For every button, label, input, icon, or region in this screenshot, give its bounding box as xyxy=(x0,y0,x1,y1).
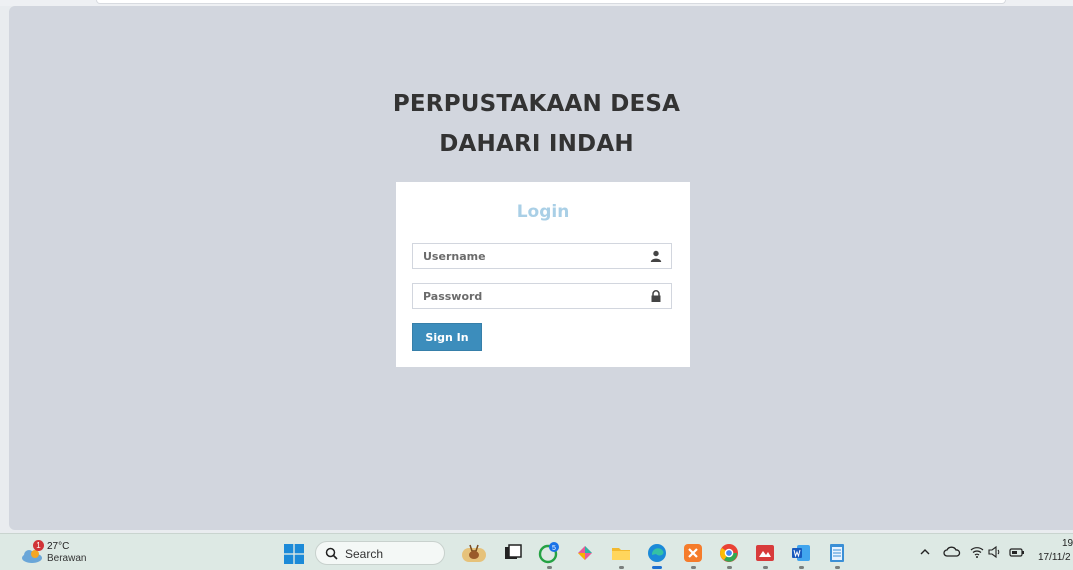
username-input[interactable] xyxy=(413,244,643,268)
taskbar-search[interactable]: Search xyxy=(315,541,445,565)
weather-condition: Berawan xyxy=(47,553,87,564)
weather-badge: 1 xyxy=(33,540,44,551)
sign-in-button[interactable]: Sign In xyxy=(412,323,482,351)
taskbar: 1 27°C Berawan Search 5 19 17/11/2 xyxy=(0,533,1073,570)
edge-browser-icon[interactable] xyxy=(646,542,668,564)
site-title-line1: PERPUSTAKAAN DESA xyxy=(392,91,681,117)
login-card: Login Sign In xyxy=(396,182,690,367)
whatsapp-badge: 5 xyxy=(552,545,556,552)
username-field-wrapper xyxy=(412,243,672,269)
start-windows-icon[interactable] xyxy=(284,544,304,564)
chevron-up-icon[interactable] xyxy=(919,544,931,560)
word-icon[interactable] xyxy=(790,542,812,564)
site-title: PERPUSTAKAAN DESA DAHARI INDAH xyxy=(0,84,1073,164)
user-icon xyxy=(650,250,662,262)
search-icon xyxy=(325,547,338,560)
wifi-icon[interactable] xyxy=(969,544,985,560)
onedrive-cloud-icon[interactable] xyxy=(943,544,961,560)
lock-icon xyxy=(651,290,661,302)
password-field-wrapper xyxy=(412,283,672,309)
weather-temp: 27°C xyxy=(47,541,70,552)
battery-icon[interactable] xyxy=(1009,544,1025,560)
search-label: Search xyxy=(345,547,384,561)
password-input[interactable] xyxy=(413,284,643,308)
xampp-icon[interactable] xyxy=(682,542,704,564)
weather-widget[interactable]: 1 27°C Berawan xyxy=(20,540,100,568)
chrome-icon[interactable] xyxy=(718,542,740,564)
clock-time[interactable]: 19 xyxy=(1062,538,1073,549)
clock-date[interactable]: 17/11/2 xyxy=(1038,552,1071,563)
login-heading: Login xyxy=(516,202,570,222)
task-view-icon[interactable] xyxy=(502,542,524,564)
file-explorer-icon[interactable] xyxy=(610,542,632,564)
browser-chrome-bar xyxy=(96,0,1006,4)
volume-icon[interactable] xyxy=(988,544,1002,560)
notepad-icon[interactable] xyxy=(826,542,848,564)
deer-widget-icon[interactable] xyxy=(458,542,490,564)
media-app-icon[interactable] xyxy=(754,542,776,564)
whatsapp-icon[interactable]: 5 xyxy=(538,542,560,564)
copilot-icon[interactable] xyxy=(574,542,596,564)
site-title-line2: DAHARI INDAH xyxy=(439,131,634,157)
